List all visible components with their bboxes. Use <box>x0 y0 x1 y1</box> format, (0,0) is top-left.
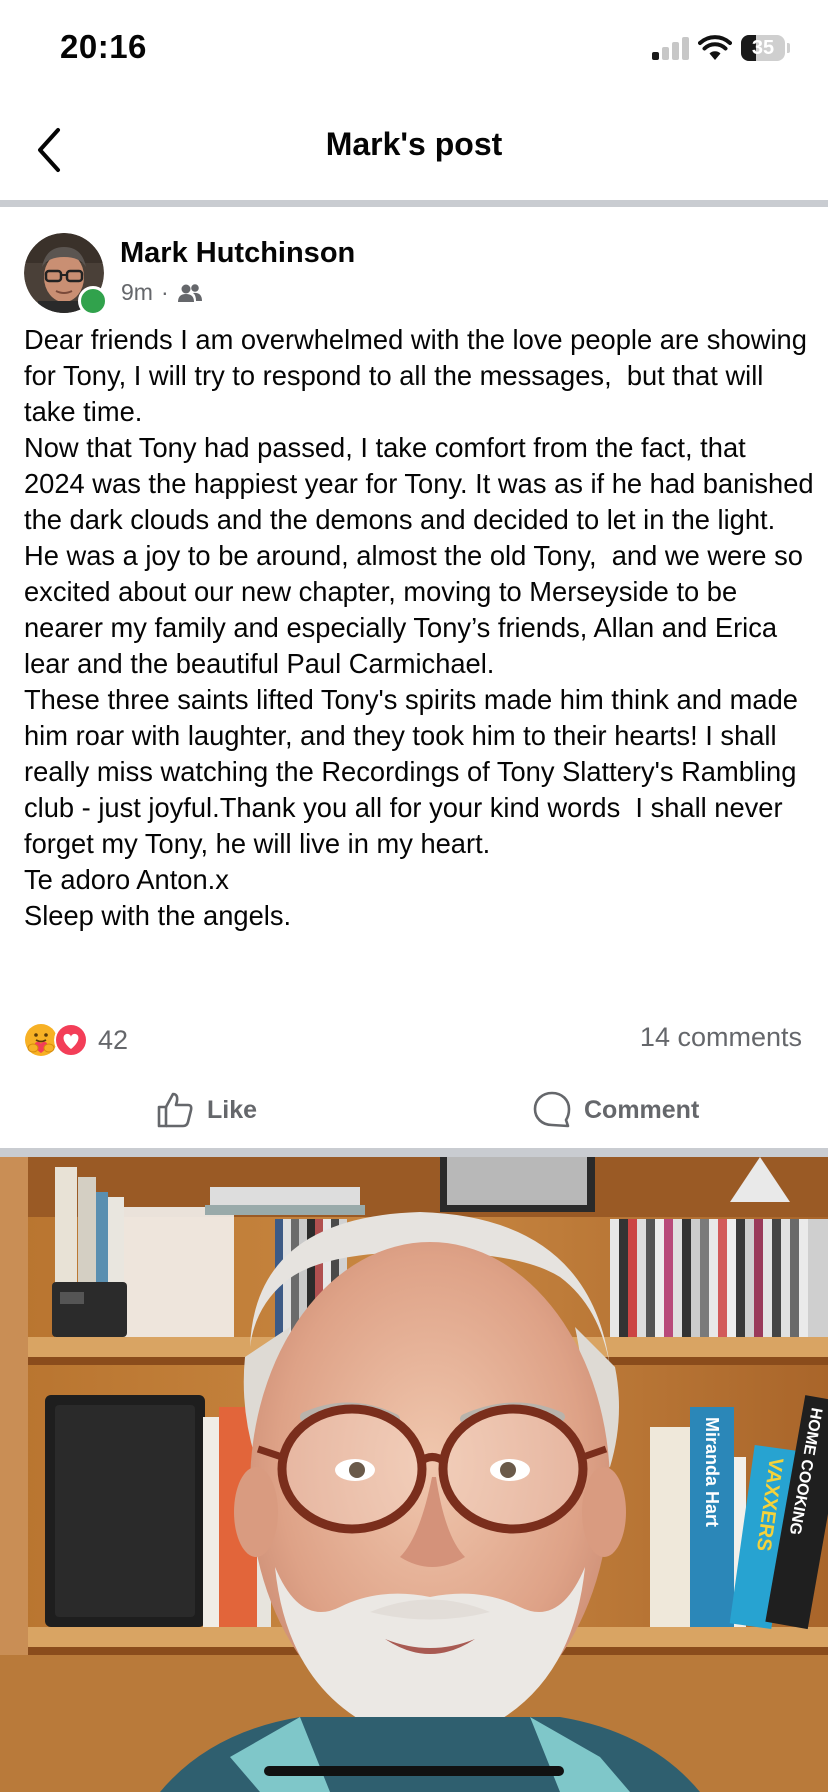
post-paragraph: Dear friends I am overwhelmed with the l… <box>24 324 815 427</box>
cellular-signal-icon <box>652 36 692 60</box>
online-status-dot <box>78 286 108 316</box>
page-title: Mark's post <box>325 126 503 162</box>
post-text: Dear friends I am overwhelmed with the l… <box>24 322 814 934</box>
post-header-bar: Mark's post <box>0 100 828 200</box>
status-time: 20:16 <box>60 28 147 65</box>
post-time: 9m <box>121 279 153 305</box>
battery-icon: 35 <box>741 35 790 61</box>
battery-level: 35 <box>751 37 775 59</box>
like-label: Like <box>207 1095 258 1124</box>
post-paragraph: Sleep with the angels. <box>24 900 292 931</box>
thumbs-up-icon <box>157 1092 193 1128</box>
wifi-icon <box>698 34 732 62</box>
care-reaction-icon <box>25 1024 57 1056</box>
reaction-summary[interactable]: 42 <box>24 1020 128 1060</box>
post-paragraph: Te adoro Anton.x <box>24 864 229 895</box>
comment-button[interactable]: Comment <box>532 1088 699 1132</box>
home-indicator[interactable] <box>264 1766 564 1776</box>
comment-bubble-icon <box>533 1091 571 1128</box>
author-name[interactable]: Mark Hutchinson <box>120 237 355 270</box>
post-paragraph: These three saints lifted Tony's spirits… <box>24 684 806 859</box>
reaction-count: 42 <box>98 1024 129 1055</box>
post-meta: 9m · <box>121 279 203 306</box>
meta-separator: · <box>160 279 169 305</box>
header-divider <box>0 200 828 207</box>
post-paragraph: Now that Tony had passed, I take comfort… <box>24 432 822 679</box>
post-screen: 20:16 35 Mark's post Mark Hutchinson 9m … <box>0 0 828 1792</box>
section-divider <box>0 1148 828 1157</box>
friends-icon <box>177 283 202 302</box>
status-bar: 20:16 35 <box>0 0 828 100</box>
comment-label: Comment <box>584 1095 700 1124</box>
post-actions: Like Comment <box>0 1080 828 1140</box>
post-author-row: Mark Hutchinson 9m · <box>0 207 828 317</box>
like-button[interactable]: Like <box>155 1088 257 1132</box>
svg-text:Miranda Hart: Miranda Hart <box>702 1417 722 1527</box>
post-photo[interactable]: Miranda Hart VAXXERS HOME COOKING <box>0 1157 828 1792</box>
love-reaction-icon <box>54 1023 88 1057</box>
comments-count[interactable]: 14 comments <box>640 1022 802 1053</box>
